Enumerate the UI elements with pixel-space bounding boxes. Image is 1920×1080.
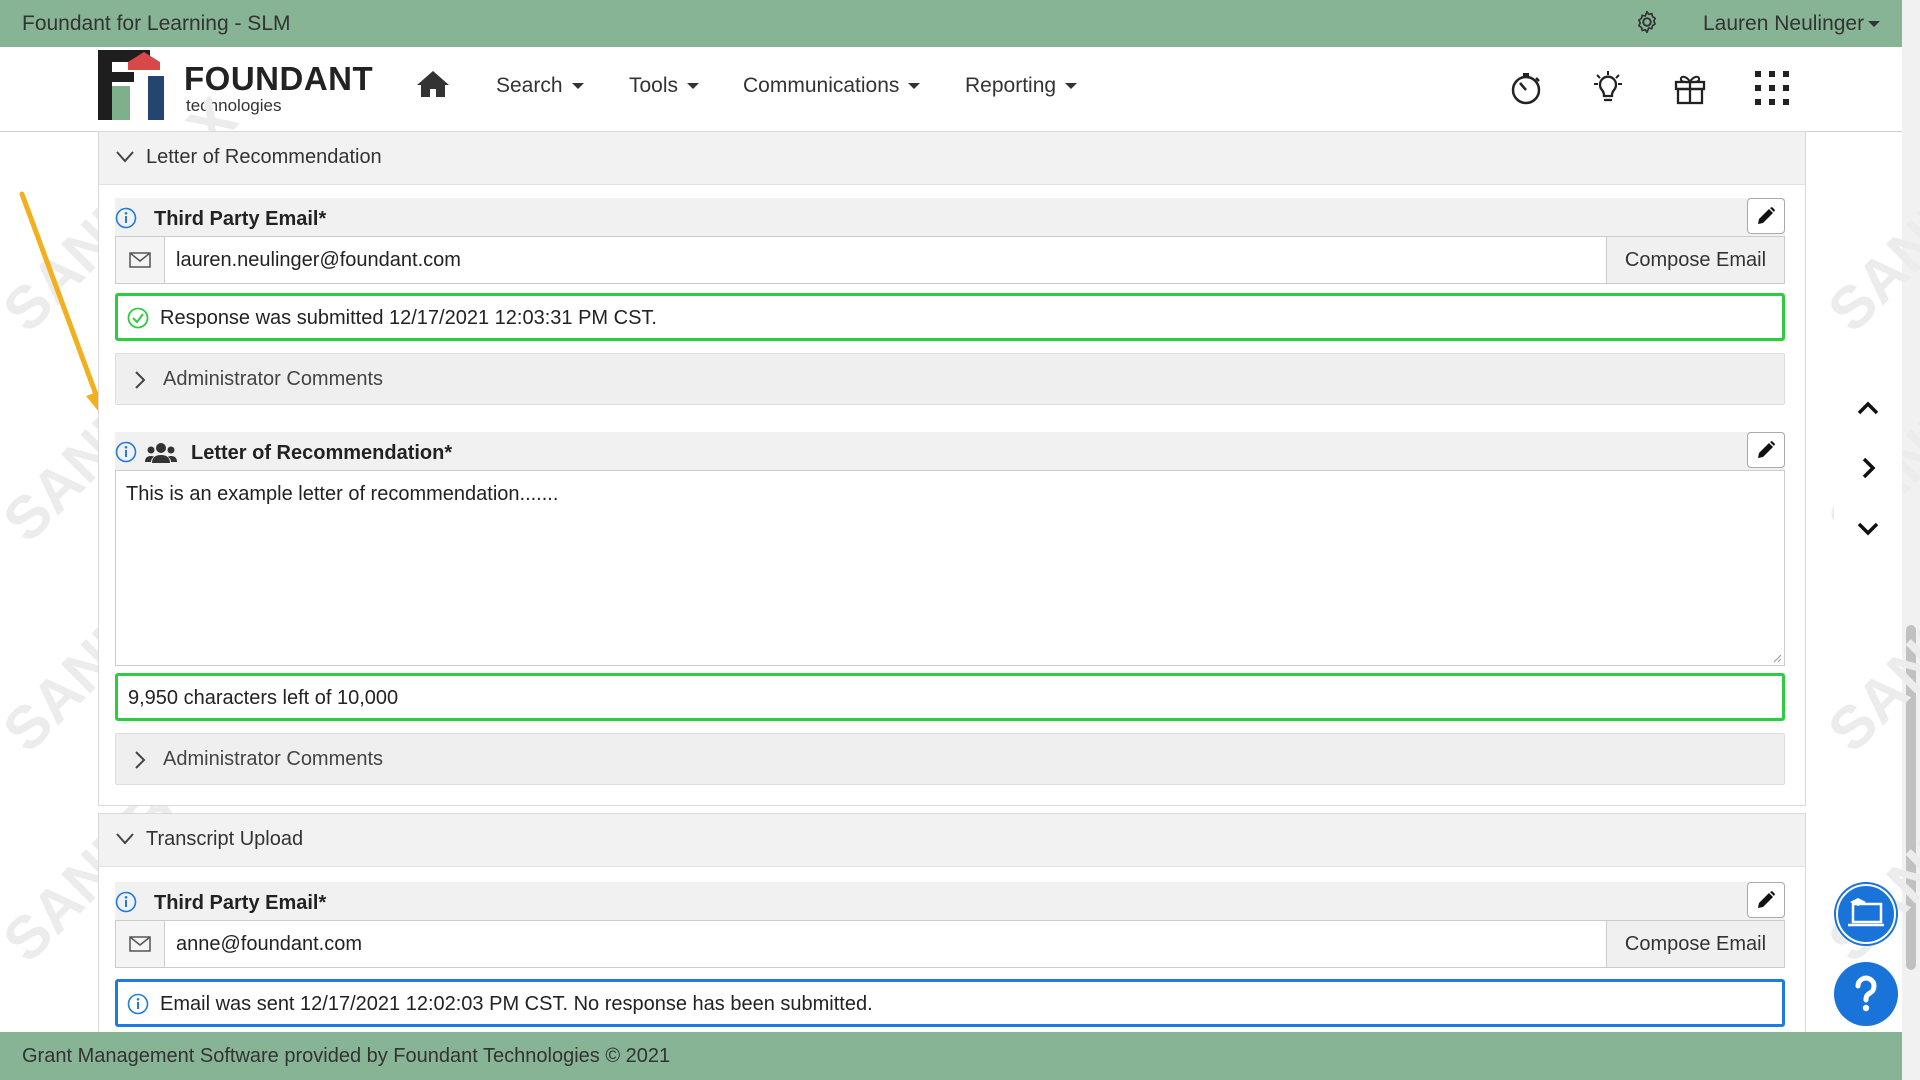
- info-icon[interactable]: [115, 891, 137, 913]
- field-header-third-party-email: Third Party Email*: [115, 882, 1785, 920]
- nav-search[interactable]: Search: [496, 74, 584, 98]
- response-status: Response was submitted 12/17/2021 12:03:…: [115, 293, 1785, 341]
- comments-label: Administrator Comments: [163, 748, 384, 770]
- laptop-graduation-icon: [1836, 884, 1896, 944]
- envelope-icon: [129, 936, 151, 952]
- nav-reporting-label: Reporting: [965, 74, 1057, 97]
- comments-label: Administrator Comments: [163, 368, 384, 390]
- nav-communications[interactable]: Communications: [743, 74, 921, 98]
- gift-icon[interactable]: [1672, 70, 1708, 106]
- email-status: Email was sent 12/17/2021 12:02:03 PM CS…: [115, 979, 1785, 1027]
- nav-communications-label: Communications: [743, 74, 900, 97]
- top-bar: Foundant for Learning - SLM Lauren Neuli…: [0, 0, 1902, 47]
- field-header-letter: Letter of Recommendation*: [115, 432, 1785, 470]
- info-icon: [127, 993, 149, 1015]
- administrator-comments-toggle[interactable]: Administrator Comments: [115, 733, 1785, 785]
- app-grid-icon[interactable]: [1754, 70, 1790, 106]
- stopwatch-icon[interactable]: [1508, 70, 1544, 106]
- section-letter-of-recommendation: Letter of Recommendation Third Party Ema…: [98, 131, 1806, 806]
- user-name: Lauren Neulinger: [1703, 12, 1865, 35]
- chevron-right-icon[interactable]: [1848, 448, 1888, 488]
- logo-wordmark: FOUNDANT: [184, 60, 374, 97]
- chevron-down-icon: [908, 83, 921, 90]
- compose-email-button[interactable]: Compose Email: [1606, 921, 1784, 967]
- question-icon: [1855, 975, 1877, 1012]
- chevron-right-icon: [135, 371, 146, 389]
- chevron-right-icon: [135, 751, 146, 769]
- edit-button[interactable]: [1747, 882, 1785, 918]
- envelope-addon: [116, 921, 165, 967]
- email-input-group: lauren.neulinger@foundant.com Compose Em…: [115, 236, 1785, 284]
- chevron-up-icon[interactable]: [1848, 388, 1888, 428]
- info-icon[interactable]: [115, 207, 137, 229]
- foundant-logo[interactable]: FOUNDANT technologies: [98, 50, 374, 122]
- edit-button[interactable]: [1747, 432, 1785, 468]
- envelope-addon: [116, 237, 165, 283]
- section-transcript-upload: Transcript Upload Third Party Email* ann…: [98, 813, 1806, 1045]
- letter-textarea[interactable]: This is an example letter of recommendat…: [115, 470, 1785, 666]
- field-label: Third Party Email*: [154, 208, 327, 230]
- edit-button[interactable]: [1747, 198, 1785, 234]
- user-menu-caret-icon: [1868, 21, 1881, 28]
- email-field[interactable]: anne@foundant.com: [176, 933, 362, 956]
- email-field[interactable]: lauren.neulinger@foundant.com: [176, 249, 461, 272]
- nav-reporting[interactable]: Reporting: [965, 74, 1078, 98]
- character-count-text: 9,950 characters left of 10,000: [128, 687, 399, 709]
- chevron-down-icon: [571, 83, 584, 90]
- field-label: Third Party Email*: [154, 892, 327, 914]
- administrator-comments-toggle[interactable]: Administrator Comments: [115, 353, 1785, 405]
- main-navbar: FOUNDANT technologies Search Tools Commu…: [0, 47, 1902, 132]
- user-menu[interactable]: Lauren Neulinger: [1703, 12, 1881, 36]
- footer: Grant Management Software provided by Fo…: [0, 1032, 1902, 1080]
- app-title: Foundant for Learning - SLM: [22, 12, 291, 35]
- floating-page-nav: [1834, 378, 1902, 558]
- chevron-down-icon: [116, 151, 134, 163]
- field-header-third-party-email: Third Party Email*: [115, 198, 1785, 236]
- section-title: Letter of Recommendation: [146, 146, 382, 168]
- chevron-down-icon[interactable]: [1848, 508, 1888, 548]
- section-title: Transcript Upload: [146, 828, 304, 850]
- nav-search-label: Search: [496, 74, 563, 97]
- resize-handle-icon[interactable]: [1772, 653, 1782, 663]
- pencil-icon: [1758, 891, 1775, 908]
- field-label: Letter of Recommendation*: [191, 442, 453, 464]
- compose-email-button[interactable]: Compose Email: [1606, 237, 1784, 283]
- nav-tools-label: Tools: [629, 74, 679, 97]
- check-circle-icon: [127, 307, 149, 329]
- info-icon[interactable]: [115, 441, 137, 463]
- lightbulb-icon[interactable]: [1590, 70, 1626, 106]
- envelope-icon: [129, 252, 151, 268]
- character-count: 9,950 characters left of 10,000: [115, 673, 1785, 721]
- section-header[interactable]: Transcript Upload: [99, 814, 1805, 867]
- logo-mark-icon: [98, 50, 164, 120]
- training-button[interactable]: [1834, 882, 1898, 946]
- home-icon[interactable]: [416, 69, 450, 99]
- help-button[interactable]: [1834, 962, 1898, 1026]
- pencil-icon: [1758, 441, 1775, 458]
- gear-icon[interactable]: [1634, 9, 1660, 35]
- status-text: Response was submitted 12/17/2021 12:03:…: [160, 307, 657, 329]
- pencil-icon: [1758, 207, 1775, 224]
- section-header[interactable]: Letter of Recommendation: [99, 132, 1805, 185]
- email-input-group: anne@foundant.com Compose Email: [115, 920, 1785, 968]
- status-text: Email was sent 12/17/2021 12:02:03 PM CS…: [160, 993, 873, 1015]
- chevron-down-icon: [687, 83, 700, 90]
- chevron-down-icon: [1065, 83, 1078, 90]
- letter-text: This is an example letter of recommendat…: [126, 483, 559, 505]
- chevron-down-icon: [116, 833, 134, 845]
- footer-text: Grant Management Software provided by Fo…: [22, 1045, 671, 1067]
- users-icon: [145, 443, 177, 463]
- nav-tools[interactable]: Tools: [629, 74, 700, 98]
